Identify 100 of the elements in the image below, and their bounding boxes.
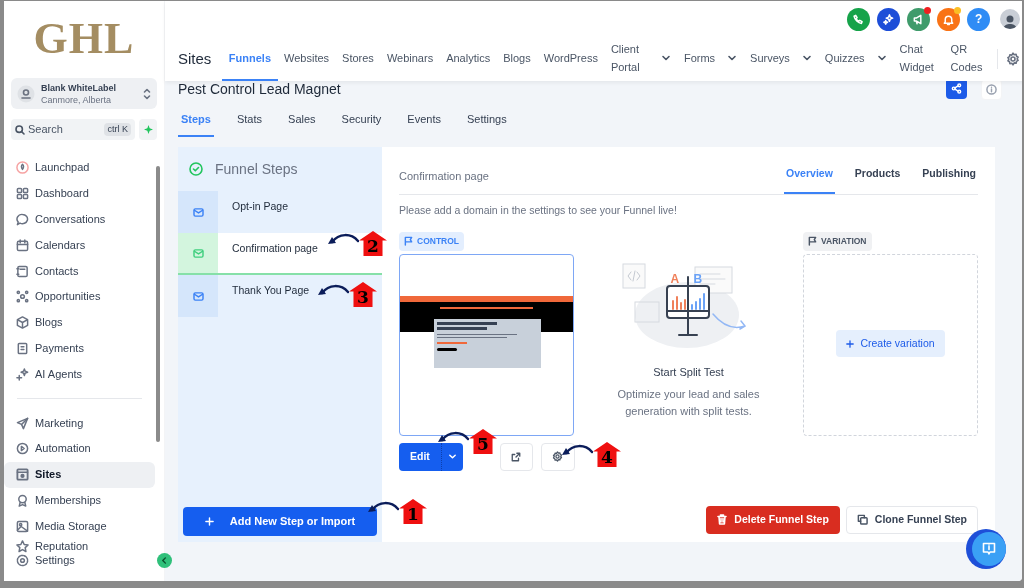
- chevron-down-icon: [801, 53, 812, 63]
- sidebar-item[interactable]: Automation: [4, 435, 155, 462]
- notice-text: Please add a domain in the settings to see your Funnel live!: [399, 203, 678, 218]
- nav-tab[interactable]: Analytics: [439, 37, 497, 81]
- chevron-down-icon: [876, 53, 887, 63]
- detail-tab[interactable]: Publishing: [920, 166, 978, 194]
- split-test-title: Start Split Test: [653, 364, 724, 380]
- scrollbar[interactable]: [156, 166, 160, 442]
- info-icon: [986, 83, 998, 95]
- message-icon: [980, 541, 997, 557]
- sidebar-item[interactable]: Reputation: [4, 539, 155, 554]
- variation-badge: VARIATION: [803, 231, 872, 251]
- section-title: Sites: [178, 48, 212, 69]
- receipt-icon: [16, 341, 29, 355]
- sidebar-item[interactable]: Payments: [4, 335, 155, 362]
- step-title: Confirmation page: [399, 168, 489, 184]
- curved-arrow-icon: [437, 431, 469, 445]
- nav-tab[interactable]: Stores: [335, 37, 381, 81]
- phone-icon: [852, 12, 866, 26]
- shortcut-hint: ctrl K: [104, 122, 131, 137]
- search-bar[interactable]: Search ctrl K: [11, 119, 135, 140]
- page-tab[interactable]: Events: [404, 103, 444, 137]
- nav-tab[interactable]: Forms: [677, 37, 744, 81]
- nav-tab[interactable]: Chat Widget: [893, 37, 945, 81]
- chevron-down-icon: [660, 53, 671, 63]
- page-tab[interactable]: Security: [338, 103, 385, 137]
- grid-icon: [16, 187, 29, 201]
- account-switcher[interactable]: Blank WhiteLabel Canmore, Alberta: [11, 78, 157, 109]
- chevron-up-down-icon: [143, 87, 151, 100]
- bell-button[interactable]: [937, 7, 961, 31]
- star-icon: [16, 539, 29, 553]
- sidebar-item[interactable]: AI Agents: [4, 361, 155, 388]
- calendar-icon: [16, 238, 29, 252]
- variant-b-label: B: [693, 270, 703, 288]
- nav-tab[interactable]: Funnels: [222, 37, 278, 81]
- sidebar-item[interactable]: Dashboard: [4, 180, 155, 207]
- nav-tab[interactable]: QR Codes: [944, 37, 996, 81]
- chevron-left-icon: [161, 557, 168, 564]
- sidebar-item[interactable]: Sites: [4, 461, 155, 488]
- share-icon: [951, 82, 963, 94]
- sidebar-item[interactable]: Settings: [4, 553, 155, 568]
- open-page-button[interactable]: [499, 442, 533, 471]
- nav-tab[interactable]: Surveys: [743, 37, 819, 81]
- clone-step-button[interactable]: Clone Funnel Step: [845, 505, 978, 534]
- flag-icon: [808, 236, 817, 247]
- sidebar-item[interactable]: Blogs: [4, 309, 155, 336]
- delete-step-button[interactable]: Delete Funnel Step: [706, 505, 840, 534]
- sidebar-item[interactable]: Media Storage: [4, 513, 155, 540]
- nav-tab[interactable]: WordPress: [537, 37, 605, 81]
- sidebar-item[interactable]: Memberships: [4, 487, 155, 514]
- search-field[interactable]: Search: [28, 121, 98, 138]
- page-preview-drawing[interactable]: [399, 253, 574, 436]
- nav-tab[interactable]: Quizzes: [818, 37, 894, 81]
- rocket-icon: [16, 161, 29, 175]
- chat-bubble-icon: [16, 213, 29, 226]
- nav-tab[interactable]: Webinars: [380, 37, 440, 81]
- page-tab[interactable]: Settings: [463, 103, 510, 137]
- nav-tab[interactable]: Blogs: [496, 37, 538, 81]
- curved-arrow-icon: [367, 501, 399, 515]
- create-variation-button[interactable]: Create variation: [836, 330, 945, 358]
- account-name: Blank WhiteLabel: [41, 81, 117, 94]
- nav-tab[interactable]: Websites: [277, 37, 336, 81]
- page-tab[interactable]: Sales: [285, 103, 319, 137]
- chevron-down-icon: [727, 53, 738, 63]
- curved-arrow-icon: [327, 233, 359, 247]
- detail-tab[interactable]: Products: [852, 166, 903, 194]
- add-step-button[interactable]: Add New Step or Import: [183, 507, 377, 536]
- curved-arrow-icon: [561, 444, 593, 458]
- browser-icon: [16, 468, 29, 482]
- nav-tab[interactable]: Client Portal: [604, 37, 678, 81]
- account-location: Canmore, Alberta: [41, 93, 113, 106]
- sidebar-item[interactable]: Launchpad: [4, 155, 155, 181]
- contact-card-icon: [16, 264, 29, 278]
- sidebar-item[interactable]: Calendars: [4, 232, 155, 259]
- variant-a-label: A: [670, 270, 680, 288]
- sidebar-item[interactable]: Conversations: [4, 206, 155, 233]
- sidebar-item[interactable]: Contacts: [4, 258, 155, 284]
- plus-icon: [846, 339, 855, 348]
- page-tab[interactable]: Stats: [233, 103, 266, 137]
- external-link-icon: [511, 451, 522, 462]
- funnel-step[interactable]: Opt-in Page: [178, 191, 382, 233]
- funnel-title: Pest Control Lead Magnet: [178, 79, 341, 99]
- sparkle-button[interactable]: [877, 7, 901, 31]
- panel-title: Funnel Steps: [215, 159, 298, 179]
- phone-button[interactable]: [847, 7, 871, 31]
- sparkle-icon: [882, 12, 896, 26]
- dots-icon: [16, 290, 29, 304]
- avatar[interactable]: [1000, 9, 1021, 29]
- sidebar-item[interactable]: Marketing: [4, 410, 155, 436]
- paper-plane-icon: [16, 416, 29, 430]
- sidebar-item[interactable]: Opportunities: [4, 284, 155, 310]
- curved-arrow-icon: [317, 284, 349, 298]
- image-icon: [16, 519, 29, 533]
- plus-icon: [204, 517, 214, 526]
- flag-icon: [404, 236, 413, 247]
- detail-tab[interactable]: Overview: [784, 166, 835, 194]
- gear-icon: [16, 553, 29, 567]
- envelope-icon: [192, 207, 204, 217]
- megaphone-button[interactable]: [907, 7, 931, 31]
- settings-button[interactable]: [1006, 52, 1021, 66]
